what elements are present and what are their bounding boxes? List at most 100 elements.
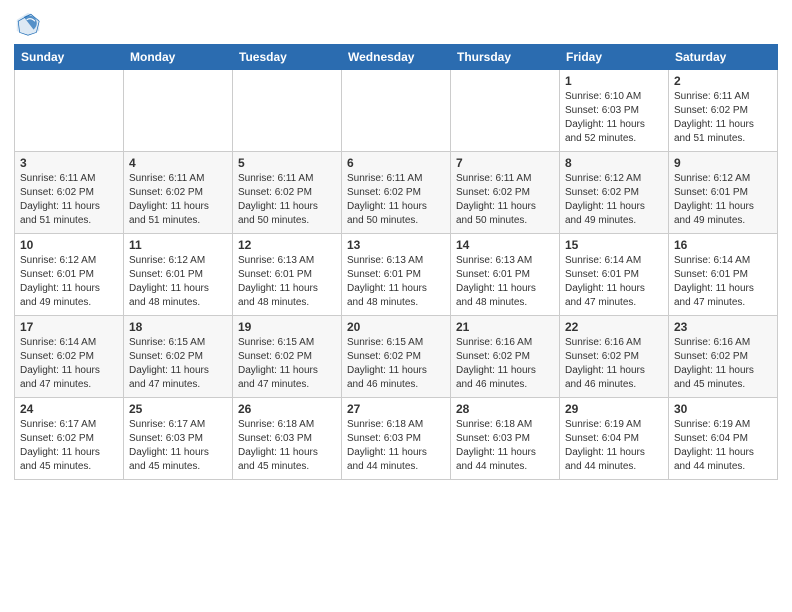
- day-info: Sunrise: 6:11 AM Sunset: 6:02 PM Dayligh…: [129, 173, 209, 226]
- calendar-cell: 3 Sunrise: 6:11 AM Sunset: 6:02 PM Daylig…: [15, 152, 124, 234]
- day-number: 15: [565, 238, 663, 252]
- calendar-cell: 2 Sunrise: 6:11 AM Sunset: 6:02 PM Daylig…: [669, 70, 778, 152]
- day-number: 2: [674, 74, 772, 88]
- day-number: 16: [674, 238, 772, 252]
- weekday-header-monday: Monday: [124, 45, 233, 70]
- day-info: Sunrise: 6:15 AM Sunset: 6:02 PM Dayligh…: [129, 337, 209, 390]
- calendar-cell: 13 Sunrise: 6:13 AM Sunset: 6:01 PM Dayli…: [342, 234, 451, 316]
- day-info: Sunrise: 6:13 AM Sunset: 6:01 PM Dayligh…: [347, 255, 427, 308]
- day-info: Sunrise: 6:12 AM Sunset: 6:02 PM Dayligh…: [565, 173, 645, 226]
- day-number: 20: [347, 320, 445, 334]
- day-number: 26: [238, 402, 336, 416]
- day-number: 3: [20, 156, 118, 170]
- logo-icon: [14, 10, 42, 38]
- calendar-week-4: 17Sunrise: 6:14 AM Sunset: 6:02 PM Dayli…: [15, 316, 778, 398]
- day-number: 30: [674, 402, 772, 416]
- day-number: 5: [238, 156, 336, 170]
- calendar-cell: 1Sunrise: 6:10 AM Sunset: 6:03 PM Daylig…: [560, 70, 669, 152]
- calendar-header: SundayMondayTuesdayWednesdayThursdayFrid…: [15, 45, 778, 70]
- calendar-cell: 10Sunrise: 6:12 AM Sunset: 6:01 PM Dayli…: [15, 234, 124, 316]
- day-info: Sunrise: 6:11 AM Sunset: 6:02 PM Dayligh…: [674, 91, 754, 144]
- calendar-cell: 22 Sunrise: 6:16 AM Sunset: 6:02 PM Dayli…: [560, 316, 669, 398]
- calendar-cell: 17Sunrise: 6:14 AM Sunset: 6:02 PM Dayli…: [15, 316, 124, 398]
- calendar-cell: 27 Sunrise: 6:18 AM Sunset: 6:03 PM Dayli…: [342, 398, 451, 480]
- calendar-body: 1Sunrise: 6:10 AM Sunset: 6:03 PM Daylig…: [15, 70, 778, 480]
- day-info: Sunrise: 6:18 AM Sunset: 6:03 PM Dayligh…: [347, 419, 427, 472]
- day-number: 11: [129, 238, 227, 252]
- calendar-cell: 4 Sunrise: 6:11 AM Sunset: 6:02 PM Daylig…: [124, 152, 233, 234]
- day-number: 6: [347, 156, 445, 170]
- day-info: Sunrise: 6:14 AM Sunset: 6:01 PM Dayligh…: [565, 255, 645, 308]
- calendar-cell: 30 Sunrise: 6:19 AM Sunset: 6:04 PM Dayli…: [669, 398, 778, 480]
- day-number: 25: [129, 402, 227, 416]
- calendar-cell: 25Sunrise: 6:17 AM Sunset: 6:03 PM Dayli…: [124, 398, 233, 480]
- day-info: Sunrise: 6:11 AM Sunset: 6:02 PM Dayligh…: [238, 173, 318, 226]
- day-info: Sunrise: 6:17 AM Sunset: 6:02 PM Dayligh…: [20, 419, 100, 472]
- day-number: 17: [20, 320, 118, 334]
- day-info: Sunrise: 6:12 AM Sunset: 6:01 PM Dayligh…: [129, 255, 209, 308]
- day-number: 21: [456, 320, 554, 334]
- calendar-cell: 16 Sunrise: 6:14 AM Sunset: 6:01 PM Dayli…: [669, 234, 778, 316]
- calendar-week-1: 1Sunrise: 6:10 AM Sunset: 6:03 PM Daylig…: [15, 70, 778, 152]
- header: [14, 10, 778, 38]
- day-info: Sunrise: 6:16 AM Sunset: 6:02 PM Dayligh…: [674, 337, 754, 390]
- weekday-header-tuesday: Tuesday: [233, 45, 342, 70]
- day-number: 27: [347, 402, 445, 416]
- day-number: 29: [565, 402, 663, 416]
- day-number: 28: [456, 402, 554, 416]
- day-number: 8: [565, 156, 663, 170]
- day-info: Sunrise: 6:10 AM Sunset: 6:03 PM Dayligh…: [565, 91, 645, 144]
- day-info: Sunrise: 6:15 AM Sunset: 6:02 PM Dayligh…: [238, 337, 318, 390]
- day-info: Sunrise: 6:16 AM Sunset: 6:02 PM Dayligh…: [456, 337, 536, 390]
- day-info: Sunrise: 6:19 AM Sunset: 6:04 PM Dayligh…: [565, 419, 645, 472]
- day-number: 24: [20, 402, 118, 416]
- day-info: Sunrise: 6:15 AM Sunset: 6:02 PM Dayligh…: [347, 337, 427, 390]
- calendar-cell: 8 Sunrise: 6:12 AM Sunset: 6:02 PM Daylig…: [560, 152, 669, 234]
- calendar-cell: 7 Sunrise: 6:11 AM Sunset: 6:02 PM Daylig…: [451, 152, 560, 234]
- day-number: 23: [674, 320, 772, 334]
- day-info: Sunrise: 6:18 AM Sunset: 6:03 PM Dayligh…: [456, 419, 536, 472]
- day-info: Sunrise: 6:12 AM Sunset: 6:01 PM Dayligh…: [674, 173, 754, 226]
- calendar-cell: 9 Sunrise: 6:12 AM Sunset: 6:01 PM Daylig…: [669, 152, 778, 234]
- day-info: Sunrise: 6:16 AM Sunset: 6:02 PM Dayligh…: [565, 337, 645, 390]
- calendar-cell: 12 Sunrise: 6:13 AM Sunset: 6:01 PM Dayli…: [233, 234, 342, 316]
- day-number: 19: [238, 320, 336, 334]
- day-number: 13: [347, 238, 445, 252]
- calendar-cell: 15 Sunrise: 6:14 AM Sunset: 6:01 PM Dayli…: [560, 234, 669, 316]
- day-number: 18: [129, 320, 227, 334]
- calendar-week-3: 10 Sunrise: 6:12 AM Sunset: 6:01 PM Dayli…: [15, 234, 778, 316]
- weekday-header-wednesday: Wednesday: [342, 45, 451, 70]
- day-info: Sunrise: 6:19 AM Sunset: 6:04 PM Dayligh…: [674, 419, 754, 472]
- day-number: 12: [238, 238, 336, 252]
- calendar-week-5: 24 Sunrise: 6:17 AM Sunset: 6:02 PM Dayli…: [15, 398, 778, 480]
- calendar-cell: 28 Sunrise: 6:18 AM Sunset: 6:03 PM Dayli…: [451, 398, 560, 480]
- calendar-cell: [15, 70, 124, 152]
- day-number: 9: [674, 156, 772, 170]
- calendar-cell: 14 Sunrise: 6:13 AM Sunset: 6:01 PM Dayli…: [451, 234, 560, 316]
- day-info: Sunrise: 6:14 AM Sunset: 6:01 PM Dayligh…: [674, 255, 754, 308]
- calendar-cell: 19 Sunrise: 6:15 AM Sunset: 6:02 PM Dayli…: [233, 316, 342, 398]
- weekday-header-thursday: Thursday: [451, 45, 560, 70]
- day-info: Sunrise: 6:11 AM Sunset: 6:02 PM Dayligh…: [347, 173, 427, 226]
- calendar-cell: 18 Sunrise: 6:15 AM Sunset: 6:02 PM Dayli…: [124, 316, 233, 398]
- calendar-cell: 5 Sunrise: 6:11 AM Sunset: 6:02 PM Daylig…: [233, 152, 342, 234]
- day-number: 7: [456, 156, 554, 170]
- day-number: 10: [20, 238, 118, 252]
- calendar-cell: [451, 70, 560, 152]
- day-info: Sunrise: 6:13 AM Sunset: 6:01 PM Dayligh…: [238, 255, 318, 308]
- weekday-header-sunday: Sunday: [15, 45, 124, 70]
- weekday-header-row: SundayMondayTuesdayWednesdayThursdayFrid…: [15, 45, 778, 70]
- calendar-cell: [124, 70, 233, 152]
- calendar-cell: 26 Sunrise: 6:18 AM Sunset: 6:03 PM Dayli…: [233, 398, 342, 480]
- day-info: Sunrise: 6:18 AM Sunset: 6:03 PM Dayligh…: [238, 419, 318, 472]
- calendar-cell: 24 Sunrise: 6:17 AM Sunset: 6:02 PM Dayli…: [15, 398, 124, 480]
- day-number: 14: [456, 238, 554, 252]
- calendar-cell: 21 Sunrise: 6:16 AM Sunset: 6:02 PM Dayli…: [451, 316, 560, 398]
- day-info: Sunrise: 6:13 AM Sunset: 6:01 PM Dayligh…: [456, 255, 536, 308]
- day-info: Sunrise: 6:11 AM Sunset: 6:02 PM Dayligh…: [456, 173, 536, 226]
- logo: [14, 10, 46, 38]
- calendar-cell: 6 Sunrise: 6:11 AM Sunset: 6:02 PM Daylig…: [342, 152, 451, 234]
- day-info: Sunrise: 6:11 AM Sunset: 6:02 PM Dayligh…: [20, 173, 100, 226]
- day-number: 22: [565, 320, 663, 334]
- day-number: 4: [129, 156, 227, 170]
